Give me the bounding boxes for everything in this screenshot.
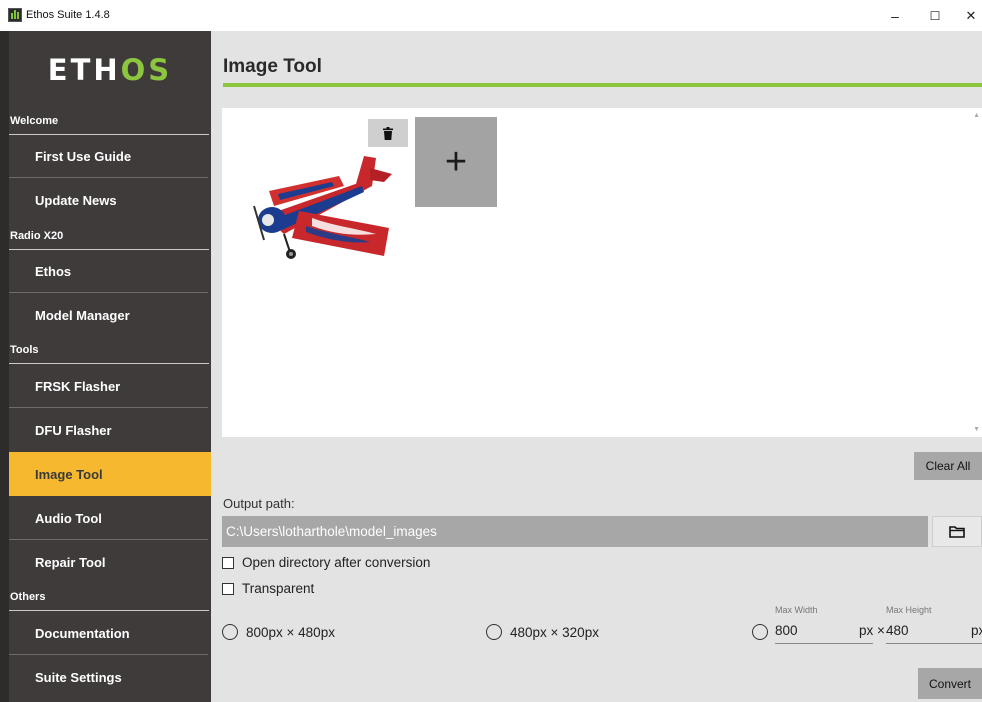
sidebar-item-ethos[interactable]: Ethos: [9, 249, 211, 293]
sidebar-item-dfu-flasher[interactable]: DFU Flasher: [9, 408, 211, 452]
max-height-label: Max Height: [886, 605, 932, 615]
section-welcome: Welcome: [0, 115, 211, 135]
sidebar: ETHOS Welcome First Use Guide Update New…: [0, 31, 211, 702]
ethos-app-icon: [8, 8, 22, 22]
output-path-field[interactable]: C:\Users\lotharthole\model_images: [222, 516, 928, 547]
convert-button[interactable]: Convert: [918, 668, 982, 699]
image-list-panel: ▲ ▼ +: [222, 108, 982, 437]
red-aerobatic-airplane-image: [253, 156, 392, 259]
scroll-down-arrow-icon[interactable]: ▼: [973, 426, 980, 433]
scroll-up-arrow-icon[interactable]: ▲: [973, 112, 980, 119]
output-path-label: Output path:: [223, 496, 295, 511]
open-directory-checkbox[interactable]: [222, 556, 234, 569]
page-title: Image Tool: [223, 56, 322, 77]
ethos-logo: ETHOS: [47, 52, 173, 87]
transparent-checkbox-row[interactable]: Transparent: [222, 581, 314, 596]
title-underline: [223, 83, 982, 87]
transparent-checkbox[interactable]: [222, 582, 234, 595]
minimize-button[interactable]: –: [877, 0, 913, 31]
main-panel: Image Tool ▲ ▼ + Clear All Output path: …: [211, 31, 982, 702]
sidebar-item-frsk-flasher[interactable]: FRSK Flasher: [9, 364, 211, 408]
sidebar-item-model-manager[interactable]: Model Manager: [9, 293, 211, 337]
sidebar-item-image-tool[interactable]: Image Tool: [9, 452, 211, 496]
max-height-input[interactable]: 480: [886, 621, 982, 644]
size-custom-radio[interactable]: [752, 624, 768, 640]
section-tools: Tools: [0, 344, 211, 364]
title-bar: Ethos Suite 1.4.8 – ☐ ✕: [0, 0, 982, 31]
window-title: Ethos Suite 1.4.8: [26, 9, 110, 21]
size-option-480x320[interactable]: 480px × 320px: [486, 624, 599, 640]
transparent-label: Transparent: [242, 581, 315, 596]
add-image-button[interactable]: +: [415, 117, 497, 207]
sidebar-item-update-news[interactable]: Update News: [9, 178, 211, 222]
sidebar-item-repair-tool[interactable]: Repair Tool: [9, 540, 211, 584]
height-unit-label: px: [971, 623, 982, 638]
size-option-800x480[interactable]: 800px × 480px: [222, 624, 335, 640]
browse-folder-button[interactable]: [932, 516, 982, 547]
trash-icon: [383, 126, 393, 140]
open-directory-checkbox-row[interactable]: Open directory after conversion: [222, 555, 430, 570]
sidebar-item-first-use-guide[interactable]: First Use Guide: [9, 134, 211, 178]
clear-all-button[interactable]: Clear All: [914, 452, 982, 480]
open-directory-label: Open directory after conversion: [242, 555, 431, 570]
folder-icon: [949, 526, 965, 538]
delete-image-button[interactable]: [368, 119, 408, 147]
size-800x480-radio[interactable]: [222, 624, 238, 640]
sidebar-item-documentation[interactable]: Documentation: [9, 611, 211, 655]
max-width-label: Max Width: [775, 605, 818, 615]
size-480x320-radio[interactable]: [486, 624, 502, 640]
sidebar-item-audio-tool[interactable]: Audio Tool: [9, 496, 211, 540]
sidebar-item-suite-settings[interactable]: Suite Settings: [9, 655, 211, 699]
close-button[interactable]: ✕: [953, 0, 982, 31]
maximize-button[interactable]: ☐: [917, 0, 953, 31]
section-radio-x20: Radio X20: [0, 230, 211, 250]
size-option-custom[interactable]: [752, 624, 776, 640]
width-unit-label: px ×: [859, 623, 885, 638]
section-others: Others: [0, 591, 211, 611]
